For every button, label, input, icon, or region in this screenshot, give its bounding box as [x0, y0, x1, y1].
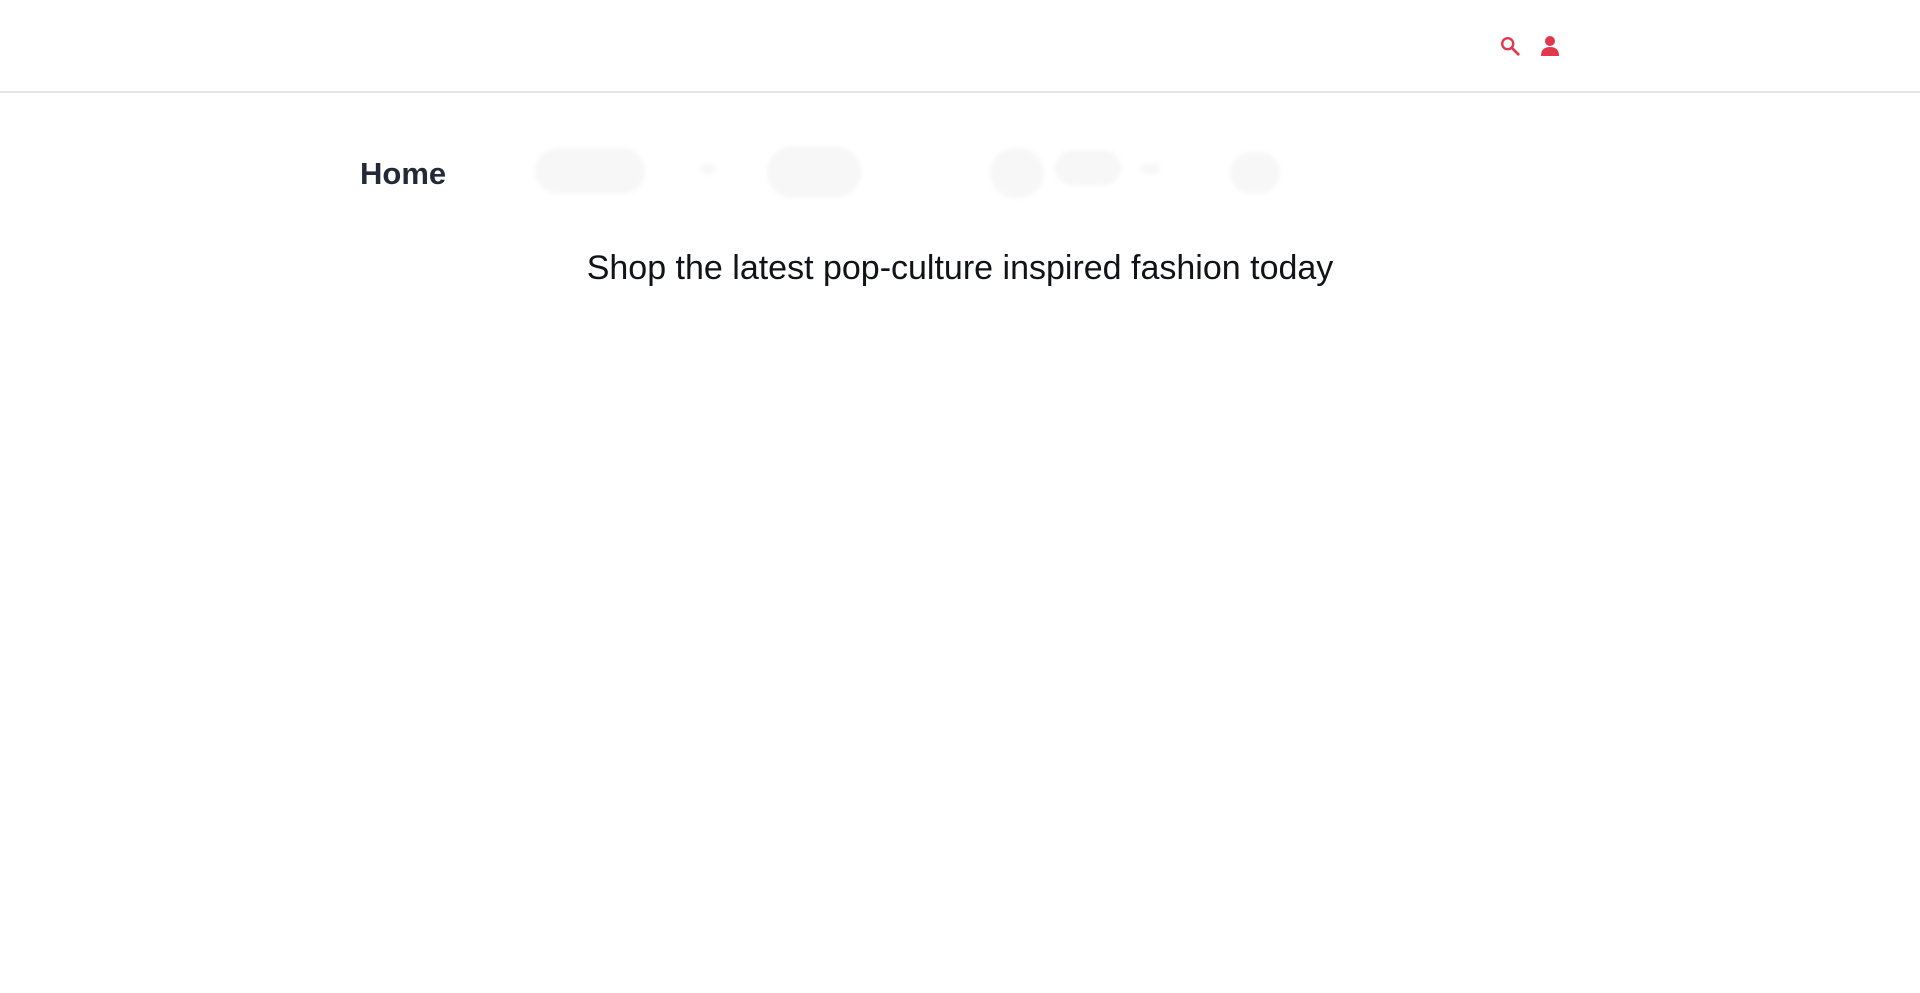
search-button[interactable]	[1498, 34, 1522, 58]
site-header	[0, 0, 1920, 93]
user-icon	[1540, 35, 1560, 57]
ghost-shape	[1230, 152, 1280, 194]
faded-nav-placeholder	[530, 146, 1290, 202]
ghost-shape	[767, 146, 861, 198]
ghost-shape	[1055, 150, 1121, 186]
ghost-shape	[535, 148, 645, 194]
header-actions	[1498, 34, 1562, 58]
search-icon	[1499, 35, 1521, 57]
account-button[interactable]	[1538, 34, 1562, 58]
page-title: Home	[360, 156, 447, 191]
ghost-shape	[700, 164, 716, 174]
ghost-shape	[990, 148, 1044, 198]
ghost-shape	[1140, 164, 1160, 174]
tagline: Shop the latest pop-culture inspired fas…	[586, 249, 1334, 287]
